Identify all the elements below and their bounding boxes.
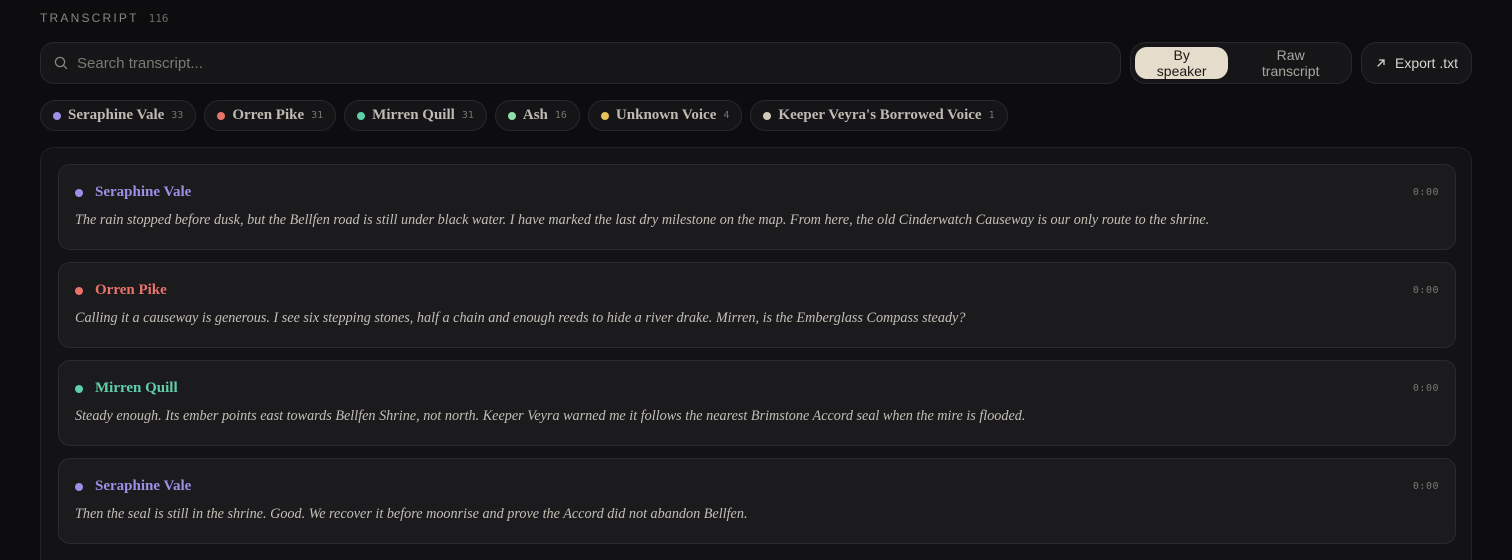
entry-header: Orren Pike	[75, 282, 167, 299]
by-speaker-toggle[interactable]: By speaker	[1135, 47, 1229, 79]
transcript-entry[interactable]: Mirren Quill 0:00 Steady enough. Its emb…	[58, 360, 1456, 446]
entry-speaker-name: Seraphine Vale	[95, 184, 192, 200]
speaker-color-dot	[75, 482, 83, 491]
speaker-chip-label: Keeper Veyra's Borrowed Voice	[778, 107, 982, 123]
speaker-chip-label: Ash	[522, 107, 548, 123]
entry-timestamp: 0:00	[1412, 383, 1439, 394]
speaker-color-dot	[763, 111, 772, 120]
transcript-entry[interactable]: Seraphine Vale 0:00 Then the seal is sti…	[58, 458, 1456, 544]
entry-timestamp: 0:00	[1412, 285, 1439, 296]
speaker-filter-chips: Seraphine Vale 33 Orren Pike 31 Mirren Q…	[40, 100, 1008, 131]
speaker-chip[interactable]: Mirren Quill 31	[344, 100, 487, 131]
entry-speaker-name: Seraphine Vale	[95, 478, 192, 494]
speaker-color-dot	[507, 111, 516, 120]
entry-text: Calling it a causeway is generous. I see…	[75, 310, 966, 326]
entry-speaker-name: Orren Pike	[95, 282, 167, 298]
speaker-color-dot	[75, 286, 83, 295]
speaker-chip-label: Seraphine Vale	[68, 107, 165, 123]
speaker-color-dot	[75, 188, 83, 197]
entry-timestamp: 0:00	[1412, 187, 1439, 198]
transcript-entry[interactable]: Orren Pike 0:00 Calling it a causeway is…	[58, 262, 1456, 348]
entry-header: Mirren Quill	[75, 380, 178, 397]
speaker-chip-count: 33	[171, 110, 184, 121]
arrow-up-right-icon	[1377, 59, 1385, 67]
speaker-chip-label: Unknown Voice	[615, 107, 717, 123]
entry-speaker-name: Mirren Quill	[95, 380, 178, 396]
transcript-entry[interactable]: Seraphine Vale 0:00 The rain stopped bef…	[58, 164, 1456, 250]
transcript-entries: Seraphine Vale 0:00 The rain stopped bef…	[58, 164, 1456, 556]
entry-timestamp: 0:00	[1412, 481, 1439, 492]
speaker-chip-label: Mirren Quill	[372, 107, 455, 123]
speaker-chip-count: 16	[554, 110, 567, 121]
speaker-color-dot	[217, 111, 226, 120]
speaker-chip[interactable]: Ash 16	[494, 100, 580, 131]
entry-text: Then the seal is still in the shrine. Go…	[75, 506, 748, 522]
section-title: TRANSCRIPT	[40, 11, 139, 25]
search-input[interactable]	[77, 43, 1120, 83]
speaker-chip-count: 31	[461, 110, 474, 121]
speaker-chip-count: 1	[988, 110, 995, 121]
export-label: Export .txt	[1394, 55, 1459, 71]
section-count: 116	[148, 11, 169, 25]
speaker-chip[interactable]: Keeper Veyra's Borrowed Voice 1	[750, 100, 1008, 131]
speaker-color-dot	[75, 384, 83, 393]
view-toggle: By speaker Raw transcript	[1130, 42, 1352, 84]
toolbar: By speaker Raw transcript Export .txt	[40, 42, 1472, 84]
section-header: TRANSCRIPT 116	[40, 10, 169, 26]
speaker-color-dot	[357, 111, 366, 120]
entry-text: The rain stopped before dusk, but the Be…	[75, 212, 1210, 228]
speaker-chip[interactable]: Orren Pike 31	[204, 100, 337, 131]
speaker-chip-count: 4	[723, 110, 730, 121]
entry-text: Steady enough. Its ember points east tow…	[75, 408, 1026, 424]
speaker-chip[interactable]: Unknown Voice 4	[587, 100, 743, 131]
entry-header: Seraphine Vale	[75, 478, 191, 495]
search-icon	[54, 56, 68, 70]
export-txt-button[interactable]: Export .txt	[1361, 42, 1472, 84]
speaker-color-dot	[53, 111, 61, 120]
speaker-chip-count: 31	[311, 110, 324, 121]
speaker-chip-label: Orren Pike	[232, 107, 305, 123]
entry-header: Seraphine Vale	[75, 184, 191, 201]
speaker-color-dot	[600, 111, 609, 120]
transcript-panel[interactable]: Seraphine Vale 0:00 The rain stopped bef…	[40, 147, 1472, 560]
search-box[interactable]	[40, 42, 1121, 84]
transcript-view: TRANSCRIPT 116 By speaker Raw transcript…	[0, 0, 1512, 560]
raw-transcript-toggle[interactable]: Raw transcript	[1234, 47, 1347, 79]
speaker-chip[interactable]: Seraphine Vale 33	[40, 100, 197, 131]
